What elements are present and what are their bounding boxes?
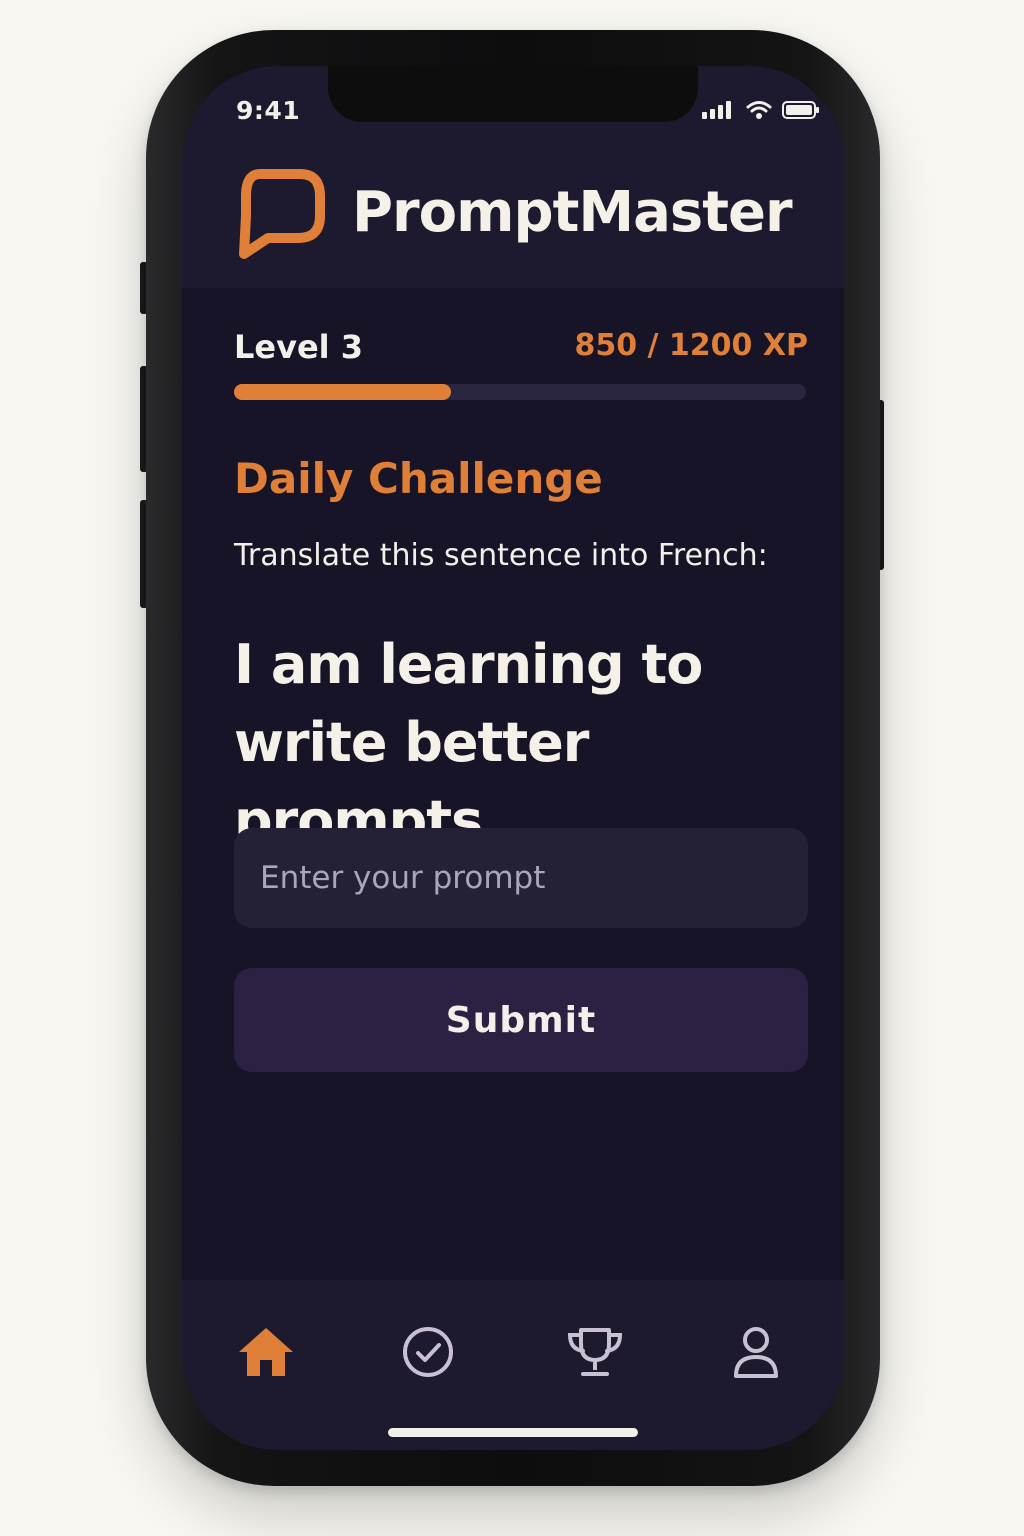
tab-home[interactable] — [234, 1320, 298, 1384]
xp-label: 850 / 1200 XP — [574, 328, 808, 363]
sentence-line-1: I am learning to — [234, 633, 703, 696]
tab-profile[interactable] — [724, 1320, 788, 1384]
challenge-sentence: I am learning to write better prompts. — [234, 626, 834, 860]
tab-leaderboard[interactable] — [563, 1320, 627, 1384]
signal-icon — [702, 101, 731, 119]
profile-icon — [734, 1327, 778, 1378]
wifi-icon — [746, 101, 772, 119]
notch — [328, 66, 698, 122]
trophy-icon — [567, 1328, 623, 1376]
phone-screen: PromptMaster 9:41 Level 3 850 / 1200 XP … — [182, 66, 844, 1450]
check-circle-icon — [403, 1327, 453, 1377]
xp-progress-bar — [234, 384, 806, 400]
status-icons — [702, 100, 820, 120]
battery-icon — [782, 101, 819, 119]
home-indicator — [388, 1428, 638, 1437]
xp-progress-fill — [234, 384, 452, 400]
chat-bubble-icon — [239, 169, 325, 259]
app-title: PromptMaster — [352, 180, 793, 245]
tab-challenges[interactable] — [396, 1320, 460, 1384]
challenge-title: Daily Challenge — [234, 454, 603, 503]
prompt-input[interactable] — [234, 828, 808, 928]
stage: PromptMaster 9:41 Level 3 850 / 1200 XP … — [0, 0, 1024, 1536]
status-time: 9:41 — [236, 96, 301, 125]
submit-button[interactable]: Submit — [234, 968, 808, 1072]
home-icon — [239, 1328, 293, 1376]
level-label: Level 3 — [234, 328, 364, 366]
challenge-instruction: Translate this sentence into French: — [234, 538, 768, 573]
tab-bar — [182, 1280, 844, 1450]
